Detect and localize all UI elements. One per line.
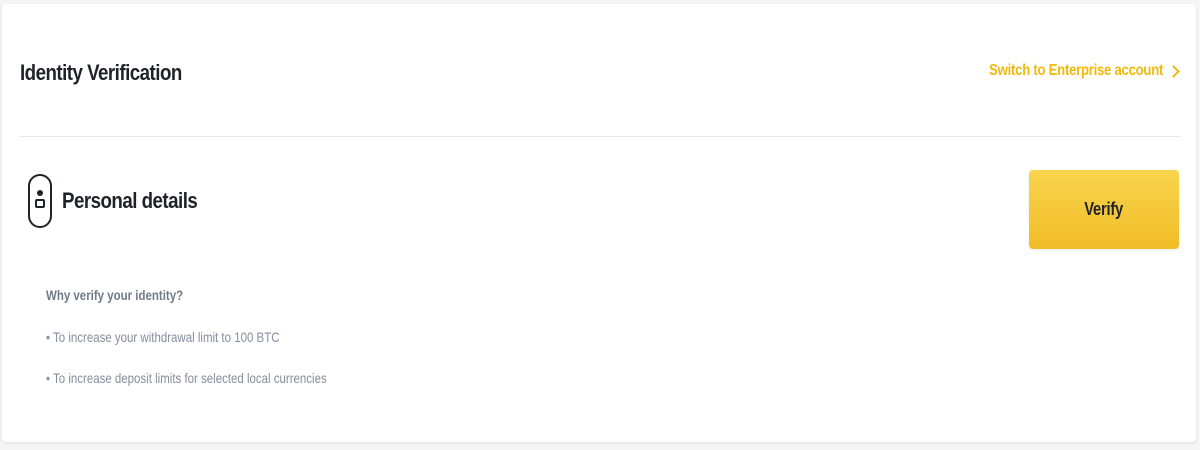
chevron-right-icon [1167,64,1180,78]
switch-to-enterprise-link[interactable]: Switch to Enterprise account [951,62,1180,80]
person-icon [28,174,52,228]
personal-details-header: Personal details [28,174,221,228]
benefit-item: • To increase deposit limits for selecte… [46,370,327,386]
personal-details-title: Personal details [62,188,198,213]
verify-button[interactable]: Verify [1029,170,1179,249]
verify-button-label: Verify [1084,199,1124,219]
page-title: Identity Verification [20,60,182,85]
switch-link-label: Switch to Enterprise account [989,62,1163,79]
why-verify-heading: Why verify your identity? [46,287,184,303]
benefit-item: • To increase your withdrawal limit to 1… [46,329,280,345]
identity-verification-card: Identity Verification Switch to Enterpri… [2,4,1196,442]
card-header: Identity Verification Switch to Enterpri… [20,4,1180,137]
